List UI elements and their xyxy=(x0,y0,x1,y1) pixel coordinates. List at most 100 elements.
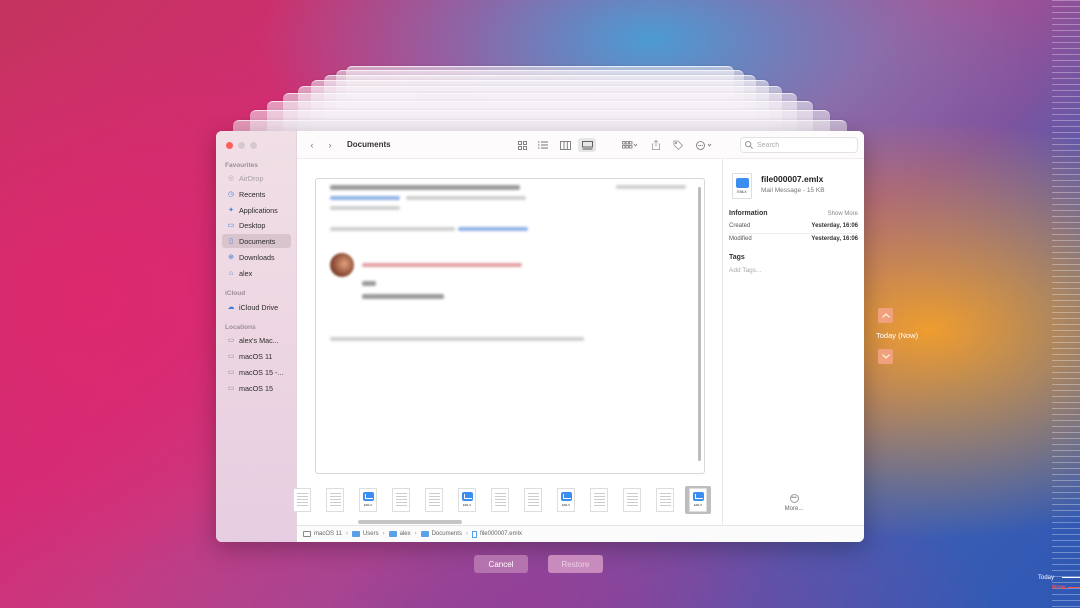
zoom-button[interactable] xyxy=(250,142,257,149)
sender-avatar xyxy=(330,253,354,277)
sidebar-item-label: macOS 15 xyxy=(239,383,273,393)
sidebar-item-icloud-drive[interactable]: ☁ iCloud Drive xyxy=(222,300,291,314)
path-item-alex[interactable]: alex xyxy=(400,531,411,537)
preview-scrollbar[interactable] xyxy=(698,187,701,461)
folder-icon xyxy=(351,531,360,537)
filmstrip-thumbnail[interactable] xyxy=(619,486,645,514)
sidebar-item-macos-15[interactable]: ▭ macOS 15 xyxy=(222,381,291,395)
group-button[interactable] xyxy=(620,138,640,152)
earlier-button[interactable] xyxy=(878,308,893,323)
emlx-file-icon: EMLX xyxy=(557,488,575,512)
show-more-link[interactable]: Show More xyxy=(828,211,858,217)
clock-icon: ◷ xyxy=(227,191,235,198)
sidebar-item-recents[interactable]: ◷ Recents xyxy=(222,187,291,201)
view-list-button[interactable] xyxy=(536,138,550,152)
home-icon: ⌂ xyxy=(228,269,234,277)
filmstrip-scrollbar[interactable] xyxy=(358,520,462,524)
share-button[interactable] xyxy=(650,138,662,152)
filmstrip-thumbnail[interactable] xyxy=(388,486,414,514)
columns-icon xyxy=(559,140,571,150)
sidebar-item-label: Recents xyxy=(239,189,266,199)
window-title: Documents xyxy=(347,140,391,149)
filmstrip-thumbnail[interactable] xyxy=(289,486,315,514)
download-icon: ⊕ xyxy=(228,254,234,261)
filmstrip-thumbnail[interactable] xyxy=(421,486,447,514)
tags-button[interactable] xyxy=(672,138,684,152)
folder-icon xyxy=(388,531,397,537)
sidebar-item-label: iCloud Drive xyxy=(239,302,279,312)
filmstrip-thumbnail[interactable]: EMLX xyxy=(553,486,579,514)
filmstrip-thumbnail[interactable] xyxy=(652,486,678,514)
more-button[interactable]: ••• More... xyxy=(781,494,807,512)
search-field[interactable]: Search xyxy=(740,137,858,153)
timeline-now-label[interactable]: Now xyxy=(1052,584,1066,591)
sidebar-item-mac[interactable]: ▭ alex's Mac... xyxy=(222,333,291,347)
emlx-file-icon: EMLX xyxy=(732,173,752,199)
view-icons-button[interactable] xyxy=(515,138,529,152)
gallery-filmstrip[interactable]: EMLX EMLX EMLX EMLX xyxy=(293,480,722,518)
sidebar-item-airdrop[interactable]: ◎ AirDrop xyxy=(222,171,291,185)
view-columns-button[interactable] xyxy=(558,138,572,152)
divider xyxy=(729,233,858,234)
emlx-file-icon: EMLX xyxy=(458,488,476,512)
timeline[interactable] xyxy=(1052,0,1080,608)
modified-label: Modified xyxy=(729,236,752,242)
disk-icon: ▭ xyxy=(227,369,235,376)
sidebar-item-desktop[interactable]: ▭ Desktop xyxy=(222,218,291,232)
disk-icon xyxy=(303,531,311,537)
sidebar-item-label: Applications xyxy=(239,205,278,215)
disk-icon: ▭ xyxy=(227,353,235,360)
filmstrip-thumbnail[interactable]: EMLX xyxy=(355,486,381,514)
file-kind-size: Mail Message - 15 KB xyxy=(761,187,825,194)
path-item-users[interactable]: Users xyxy=(363,531,379,537)
path-separator: › xyxy=(382,531,385,537)
document-thumbnail-icon xyxy=(656,488,674,512)
filmstrip-thumbnail[interactable]: EMLX xyxy=(685,486,711,514)
document-thumbnail-icon xyxy=(425,488,443,512)
sidebar-item-macos-15-dash[interactable]: ▭ macOS 15 -... xyxy=(222,365,291,379)
sidebar-item-documents[interactable]: ▯ Documents xyxy=(222,234,291,248)
cancel-button[interactable]: Cancel xyxy=(474,555,528,573)
ellipsis-circle-icon: ••• xyxy=(789,494,799,503)
envelope-icon xyxy=(735,178,749,188)
close-button[interactable] xyxy=(226,142,233,149)
search-icon xyxy=(745,141,753,149)
filmstrip-thumbnail[interactable] xyxy=(322,486,348,514)
tag-icon xyxy=(673,140,683,150)
search-placeholder: Search xyxy=(757,141,780,149)
sidebar-item-alex[interactable]: ⌂ alex xyxy=(222,266,291,280)
restore-button[interactable]: Restore xyxy=(548,555,603,573)
path-separator: › xyxy=(465,531,468,537)
filmstrip-thumbnail[interactable] xyxy=(586,486,612,514)
path-item-documents[interactable]: Documents xyxy=(432,531,462,537)
path-item-volume[interactable]: macOS 11 xyxy=(314,531,342,537)
laptop-icon: ▭ xyxy=(227,337,235,344)
sidebar-item-applications[interactable]: ✦ Applications xyxy=(222,203,291,217)
tags-heading: Tags xyxy=(729,254,745,261)
timeline-today-tick xyxy=(1062,577,1080,578)
emlx-file-icon: EMLX xyxy=(689,488,707,512)
path-separator: › xyxy=(414,531,417,537)
back-button[interactable]: ‹ xyxy=(307,138,317,152)
action-button[interactable] xyxy=(694,138,714,152)
document-thumbnail-icon xyxy=(491,488,509,512)
created-value: Yesterday, 16:06 xyxy=(811,223,858,229)
filmstrip-thumbnail[interactable] xyxy=(487,486,513,514)
add-tags-field[interactable]: Add Tags... xyxy=(729,267,761,274)
sidebar-item-label: Documents xyxy=(239,236,276,246)
icloud-heading: iCloud xyxy=(225,290,246,297)
sidebar-item-macos-11[interactable]: ▭ macOS 11 xyxy=(222,349,291,363)
later-button[interactable] xyxy=(878,349,893,364)
path-bar: macOS 11 › Users › alex › Documents › fi… xyxy=(297,525,864,542)
file-icon xyxy=(471,530,477,538)
created-label: Created xyxy=(729,223,751,229)
filmstrip-thumbnail[interactable] xyxy=(520,486,546,514)
envelope-icon xyxy=(362,492,374,501)
forward-button[interactable]: › xyxy=(325,138,335,152)
minimize-button[interactable] xyxy=(238,142,245,149)
filmstrip-thumbnail[interactable]: EMLX xyxy=(454,486,480,514)
view-gallery-button[interactable] xyxy=(578,138,596,152)
path-item-file[interactable]: file000007.emlx xyxy=(480,531,522,537)
file-preview[interactable] xyxy=(315,178,705,474)
sidebar-item-downloads[interactable]: ⊕ Downloads xyxy=(222,250,291,264)
